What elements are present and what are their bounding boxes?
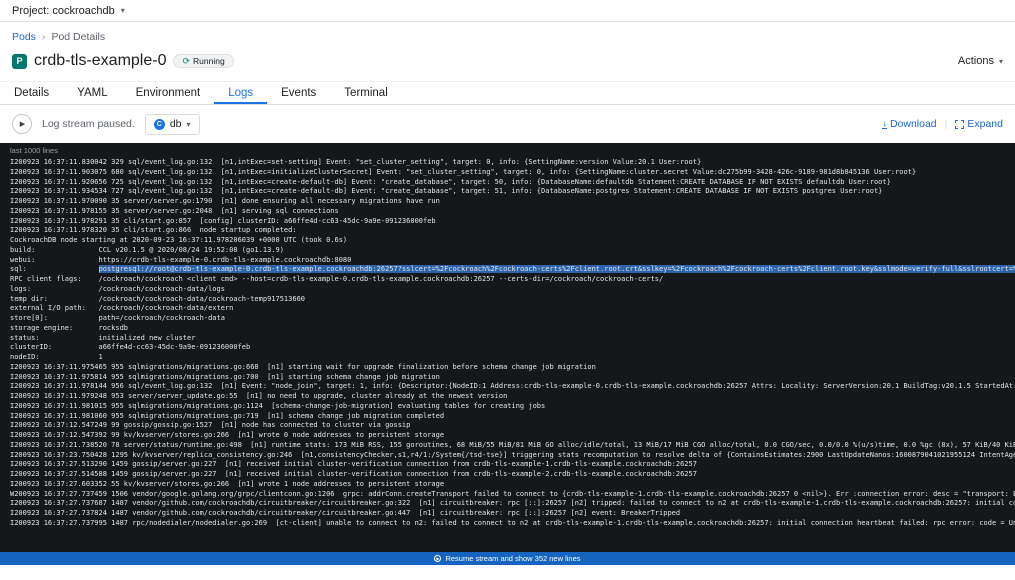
stream-status: Log stream paused.	[42, 118, 135, 130]
log-line: I200923 16:37:23.750428 1295 kv/kvserver…	[0, 451, 1015, 461]
tab-environment[interactable]: Environment	[122, 82, 215, 104]
expand-icon	[955, 120, 964, 129]
log-line: RPC client flags: /cockroach/cockroach <…	[0, 275, 1015, 285]
pod-icon: P	[12, 54, 27, 69]
log-toolbar: ▶ Log stream paused. C db ▾ ↓ Download |…	[0, 105, 1015, 143]
log-line: external I/O path: /cockroach/cockroach-…	[0, 304, 1015, 314]
log-line: build: CCL v20.1.5 @ 2020/08/24 19:52:08…	[0, 246, 1015, 256]
log-line: I200923 16:37:21.738520 78 server/status…	[0, 441, 1015, 451]
log-line: I200923 16:37:12.547249 99 gossip/gossip…	[0, 421, 1015, 431]
refresh-icon: ⟳	[182, 57, 190, 66]
log-actions: ↓ Download | Expand	[882, 118, 1003, 130]
project-label: Project: cockroachdb	[12, 5, 115, 17]
selected-log-text: postgresql://root@crdb-tls-example-0.crd…	[99, 265, 1015, 273]
log-line: I200923 16:37:11.978144 956 sql/event_lo…	[0, 382, 1015, 392]
log-line: temp dir: /cockroach/cockroach-data/cock…	[0, 295, 1015, 305]
log-line: CockroachDB node starting at 2020-09-23 …	[0, 236, 1015, 246]
log-line: I200923 16:37:11.920656 725 sql/event_lo…	[0, 178, 1015, 188]
log-line: logs: /cockroach/cockroach-data/logs	[0, 285, 1015, 295]
actions-menu-button[interactable]: Actions ▾	[958, 55, 1003, 67]
tab-terminal[interactable]: Terminal	[330, 82, 401, 104]
log-line: webui: https://crdb-tls-example-0.crdb-t…	[0, 256, 1015, 266]
log-line: I200923 16:37:27.737824 1487 vendor/gith…	[0, 509, 1015, 519]
log-line-count: last 1000 lines	[0, 143, 1015, 158]
tab-logs[interactable]: Logs	[214, 82, 267, 104]
resume-label: Resume stream and show 352 new lines	[445, 554, 580, 563]
tab-yaml[interactable]: YAML	[63, 82, 121, 104]
resume-stream-bar[interactable]: ▶ Resume stream and show 352 new lines	[0, 552, 1015, 565]
log-line: I200923 16:37:11.981060 955 sqlmigration…	[0, 412, 1015, 422]
download-icon: ↓	[882, 120, 887, 129]
log-line: I200923 16:37:27.737687 1487 vendor/gith…	[0, 499, 1015, 509]
topbar: Project: cockroachdb ▾	[0, 0, 1015, 22]
log-line: I200923 16:37:27.514588 1459 gossip/serv…	[0, 470, 1015, 480]
page-title: crdb-tls-example-0	[34, 52, 166, 70]
log-line: I200923 16:37:11.978155 35 server/server…	[0, 207, 1015, 217]
status-label: Running	[193, 56, 225, 66]
container-name: db	[170, 118, 182, 130]
toolbar-divider: |	[945, 118, 948, 130]
status-badge: ⟳ Running	[173, 54, 233, 68]
log-line: I200923 16:37:11.975465 955 sqlmigration…	[0, 363, 1015, 373]
breadcrumb-separator-icon: ›	[42, 31, 46, 43]
log-line: I200923 16:37:27.603352 55 kv/kvserver/s…	[0, 480, 1015, 490]
chevron-down-icon: ▾	[121, 6, 125, 15]
expand-label: Expand	[967, 118, 1003, 130]
log-line: nodeID: 1	[0, 353, 1015, 363]
tab-details[interactable]: Details	[0, 82, 63, 104]
tab-events[interactable]: Events	[267, 82, 330, 104]
log-line: W200923 16:37:27.737459 1506 vendor/goog…	[0, 490, 1015, 500]
log-line: I200923 16:37:11.975814 955 sqlmigration…	[0, 373, 1015, 383]
log-line: I200923 16:37:11.970090 35 server/server…	[0, 197, 1015, 207]
container-select[interactable]: C db ▾	[145, 114, 200, 135]
log-line: I200923 16:37:11.903075 680 sql/event_lo…	[0, 168, 1015, 178]
log-line: I200923 16:37:12.547392 99 kv/kvserver/s…	[0, 431, 1015, 441]
chevron-down-icon: ▾	[187, 120, 191, 129]
actions-label: Actions	[958, 55, 994, 67]
tabs: DetailsYAMLEnvironmentLogsEventsTerminal	[0, 81, 1015, 105]
log-line: sql: postgresql://root@crdb-tls-example-…	[0, 265, 1015, 275]
container-icon: C	[154, 119, 165, 130]
log-line: I200923 16:37:11.978291 35 cli/start.go:…	[0, 217, 1015, 227]
log-line: clusterID: a66ffe4d-cc63-45dc-9a9e-09123…	[0, 343, 1015, 353]
log-line: store[0]: path=/cockroach/cockroach-data	[0, 314, 1015, 324]
log-line: I200923 16:37:11.830042 329 sql/event_lo…	[0, 158, 1015, 168]
play-icon: ▶	[20, 121, 25, 128]
log-line: I200923 16:37:11.979248 953 server/serve…	[0, 392, 1015, 402]
log-lines: I200923 16:37:11.830042 329 sql/event_lo…	[0, 158, 1015, 529]
log-line: storage engine: rocksdb	[0, 324, 1015, 334]
download-button[interactable]: ↓ Download	[882, 118, 936, 130]
download-label: Download	[890, 118, 937, 130]
play-circle-icon: ▶	[434, 555, 441, 562]
breadcrumb-pods-link[interactable]: Pods	[12, 31, 36, 43]
chevron-down-icon: ▾	[999, 57, 1003, 66]
log-line: I200923 16:37:27.513290 1459 gossip/serv…	[0, 460, 1015, 470]
log-line: status: initialized new cluster	[0, 334, 1015, 344]
expand-button[interactable]: Expand	[955, 118, 1003, 130]
pod-header: P crdb-tls-example-0 ⟳ Running Actions ▾	[0, 43, 1015, 72]
log-line: I200923 16:37:11.978320 35 cli/start.go:…	[0, 226, 1015, 236]
log-line: I200923 16:37:11.934534 727 sql/event_lo…	[0, 187, 1015, 197]
resume-stream-button[interactable]: ▶	[12, 114, 32, 134]
log-line: I200923 16:37:27.737995 1487 rpc/nodedia…	[0, 519, 1015, 529]
project-selector[interactable]: Project: cockroachdb ▾	[12, 5, 125, 17]
breadcrumb-current: Pod Details	[51, 31, 105, 43]
log-viewport[interactable]: last 1000 lines I200923 16:37:11.830042 …	[0, 143, 1015, 565]
log-line: I200923 16:37:11.981015 955 sqlmigration…	[0, 402, 1015, 412]
breadcrumb: Pods › Pod Details	[0, 22, 1015, 43]
